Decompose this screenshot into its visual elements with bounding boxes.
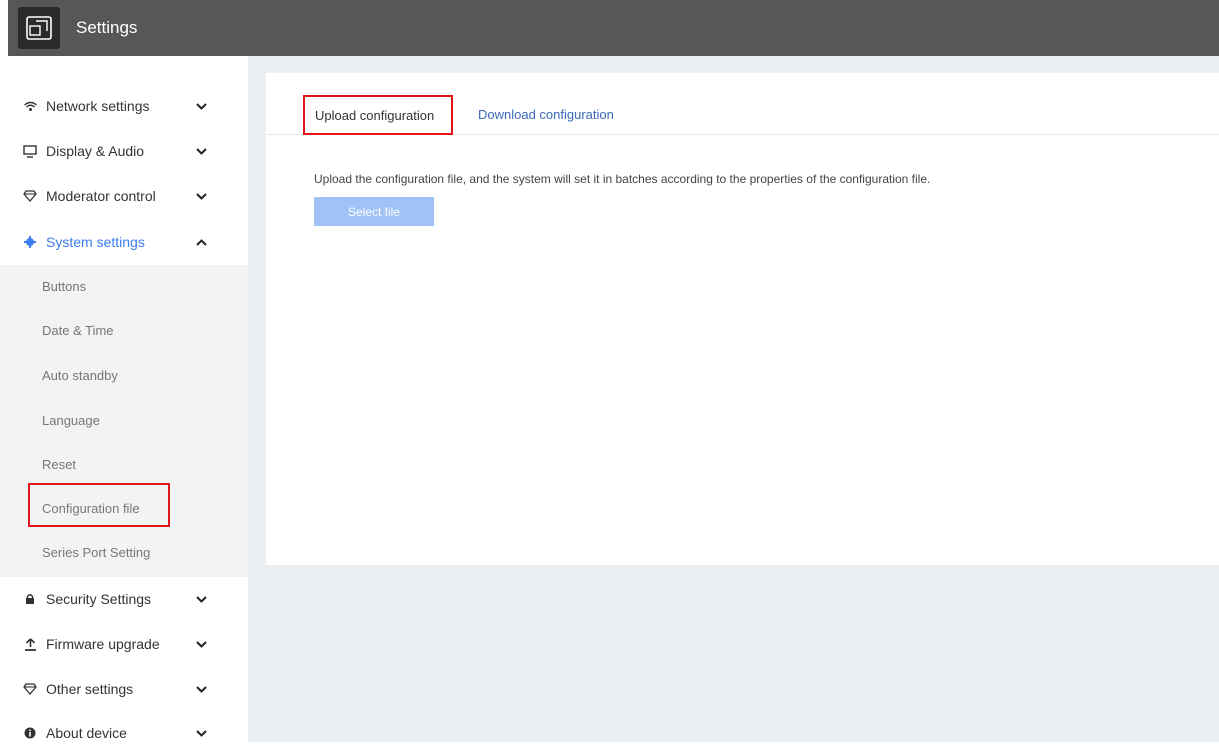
selected-highlight-box — [28, 483, 170, 527]
app-logo-icon — [18, 7, 60, 49]
chevron-down-icon — [194, 637, 208, 651]
sidebar-subitem-language[interactable]: Language — [42, 413, 100, 428]
tab-label: Download configuration — [478, 106, 614, 122]
chevron-down-icon — [194, 592, 208, 606]
sidebar-item-display-audio[interactable]: Display & Audio — [0, 129, 248, 173]
wifi-icon — [22, 98, 38, 114]
sidebar: Network settings Display & Audio Moderat… — [0, 56, 248, 742]
chevron-down-icon — [194, 682, 208, 696]
sidebar-subitem-buttons[interactable]: Buttons — [42, 279, 86, 294]
sidebar-item-label: Security Settings — [46, 591, 152, 607]
app-title: Settings — [76, 18, 138, 37]
info-icon — [22, 725, 38, 741]
sidebar-item-label: About device — [46, 725, 127, 741]
sidebar-item-moderator-control[interactable]: Moderator control — [0, 174, 248, 218]
sidebar-item-label: Moderator control — [46, 188, 156, 204]
system-settings-submenu: Buttons Date & Time Auto standby Languag… — [0, 265, 248, 577]
sidebar-item-network-settings[interactable]: Network settings — [0, 84, 248, 128]
diamond-icon — [22, 681, 38, 697]
sidebar-item-label: Network settings — [46, 98, 150, 114]
chevron-down-icon — [194, 726, 208, 740]
gear-icon — [22, 234, 38, 250]
sidebar-item-system-settings[interactable]: System settings — [0, 220, 248, 264]
tab-label: Upload configuration — [315, 107, 435, 123]
sidebar-item-firmware-upgrade[interactable]: Firmware upgrade — [0, 622, 248, 666]
sidebar-subitem-auto-standby[interactable]: Auto standby — [42, 368, 118, 383]
sidebar-subitem-reset[interactable]: Reset — [42, 457, 76, 472]
sidebar-item-label: Other settings — [46, 681, 134, 697]
tab-download-configuration[interactable]: Download configuration — [478, 95, 614, 133]
lock-icon — [22, 591, 38, 607]
select-file-button[interactable]: Select file — [314, 197, 434, 226]
sidebar-subitem-date-time[interactable]: Date & Time — [42, 323, 114, 338]
top-bar: Settings — [8, 0, 1219, 56]
content-card: Upload configuration Download configurat… — [266, 73, 1219, 565]
tab-bar: Upload configuration Download configurat… — [266, 73, 1219, 135]
upload-icon — [22, 636, 38, 652]
upload-description: Upload the configuration file, and the s… — [314, 172, 931, 186]
sidebar-item-label: Firmware upgrade — [46, 636, 160, 652]
sidebar-item-security-settings[interactable]: Security Settings — [0, 577, 248, 621]
sidebar-item-about-device[interactable]: About device — [0, 711, 248, 755]
chevron-down-icon — [194, 144, 208, 158]
sidebar-item-label: Display & Audio — [46, 143, 145, 159]
diamond-icon — [22, 188, 38, 204]
tab-upload-configuration[interactable]: Upload configuration — [303, 95, 453, 135]
chevron-down-icon — [194, 99, 208, 113]
chevron-down-icon — [194, 189, 208, 203]
chevron-up-icon — [194, 235, 208, 249]
sidebar-item-other-settings[interactable]: Other settings — [0, 667, 248, 711]
sidebar-subitem-series-port-setting[interactable]: Series Port Setting — [42, 545, 150, 560]
sidebar-item-label: System settings — [46, 234, 145, 250]
monitor-icon — [22, 143, 38, 159]
